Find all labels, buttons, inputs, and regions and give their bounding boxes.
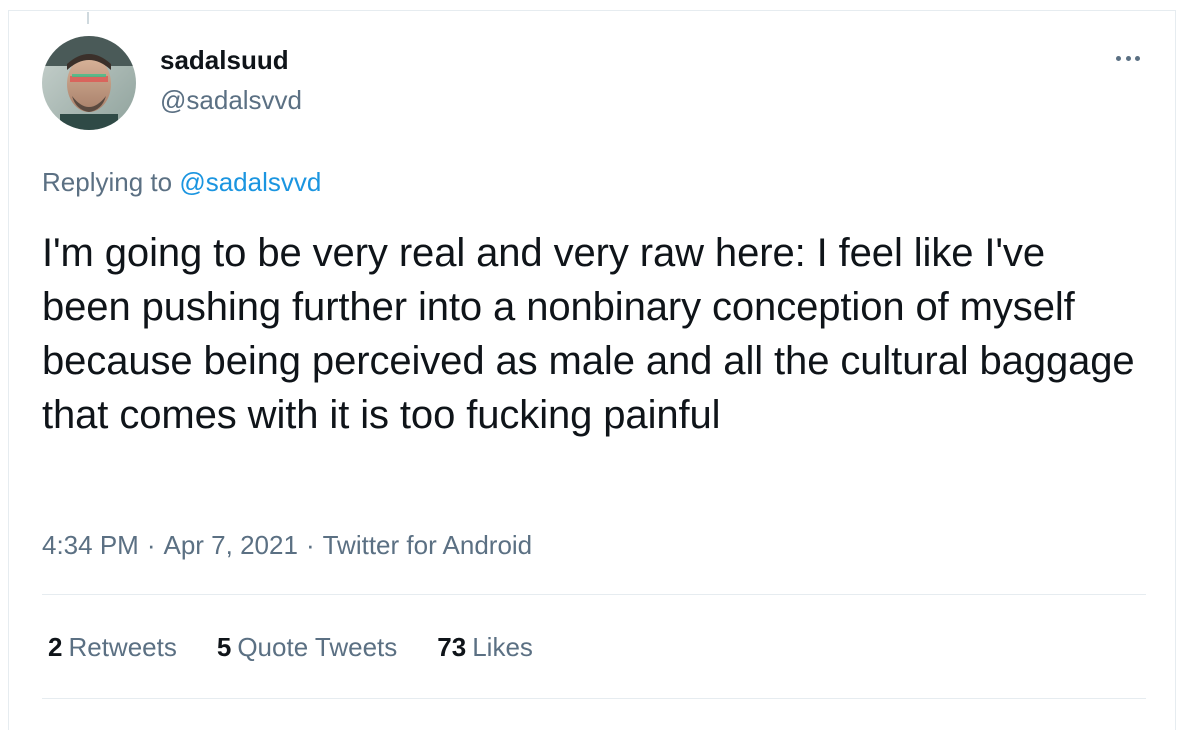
retweets-label: Retweets (68, 632, 177, 662)
divider (42, 594, 1146, 595)
tweet-metadata: 4:34 PM · Apr 7, 2021 · Twitter for Android (42, 528, 532, 562)
likes-label: Likes (472, 632, 533, 662)
reply-context-prefix: Replying to (42, 167, 173, 197)
reply-mention-link[interactable]: @sadalsvvd (179, 167, 321, 197)
avatar[interactable] (42, 36, 136, 130)
quote-tweets-count: 5 (216, 632, 232, 662)
more-dot (1116, 55, 1121, 61)
quote-tweets-stat[interactable]: 5 Quote Tweets (217, 630, 397, 664)
meta-separator: · (305, 530, 315, 560)
more-dot (1135, 55, 1140, 61)
thread-connector-line (87, 12, 89, 24)
more-dot (1125, 55, 1131, 61)
quote-tweets-label: Quote Tweets (237, 632, 398, 662)
author-handle[interactable]: @sadalsvvd (160, 84, 302, 116)
tweet-date[interactable]: Apr 7, 2021 (164, 530, 298, 560)
author-display-name[interactable]: sadalsuud (160, 44, 289, 76)
likes-stat[interactable]: 73 Likes (437, 630, 533, 664)
retweets-count: 2 (48, 632, 63, 662)
tweet-text: I'm going to be very real and very raw h… (42, 231, 1135, 437)
tweet-stats: 2 Retweets 5 Quote Tweets 73 Likes (48, 630, 573, 664)
meta-separator: · (146, 530, 156, 560)
tweet-source[interactable]: Twitter for Android (323, 530, 533, 560)
tweet-time[interactable]: 4:34 PM (42, 530, 139, 560)
retweets-stat[interactable]: 2 Retweets (48, 630, 177, 664)
more-horizontal-icon[interactable] (1110, 46, 1146, 70)
reply-context: Replying to @sadalsvvd (42, 166, 321, 198)
divider (42, 698, 1146, 699)
likes-count: 73 (437, 632, 467, 662)
